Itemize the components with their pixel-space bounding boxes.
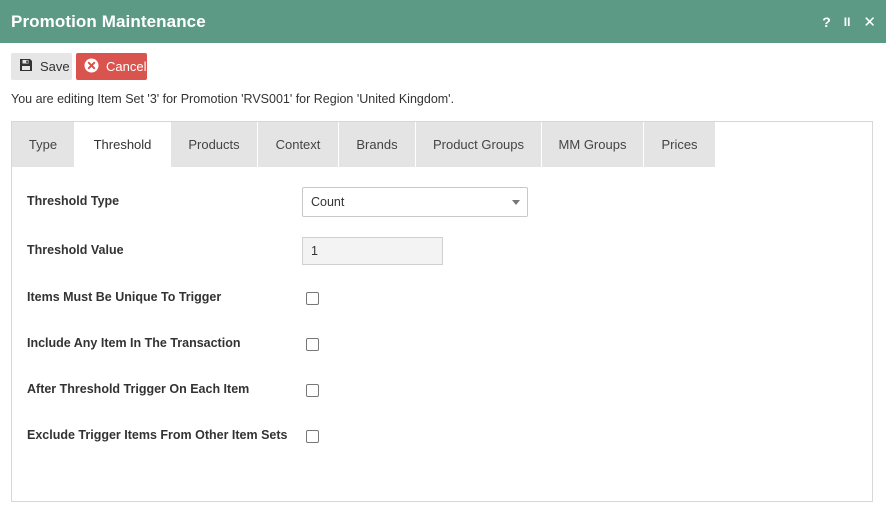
window-controls: ? II ✕ — [822, 13, 876, 31]
close-icon[interactable]: ✕ — [863, 13, 876, 31]
tab-threshold[interactable]: Threshold — [75, 122, 171, 167]
floppy-disk-icon — [19, 58, 33, 75]
exclude-trigger-items-label: Exclude Trigger Items From Other Item Se… — [27, 428, 288, 442]
after-threshold-each-checkbox[interactable] — [306, 384, 319, 397]
include-any-item-checkbox[interactable] — [306, 338, 319, 351]
cancel-button-label: Cancel — [106, 59, 147, 74]
tab-product-groups[interactable]: Product Groups — [416, 122, 542, 167]
unique-to-trigger-checkbox[interactable] — [306, 292, 319, 305]
tab-type[interactable]: Type — [12, 122, 75, 167]
after-threshold-each-label: After Threshold Trigger On Each Item — [27, 382, 250, 396]
window-titlebar: Promotion Maintenance ? II ✕ — [0, 0, 886, 43]
tab-context[interactable]: Context — [258, 122, 339, 167]
threshold-value-text: 1 — [311, 244, 318, 258]
chevron-down-icon — [512, 200, 520, 205]
promotion-form-panel: Type Threshold Products Context Brands P… — [11, 121, 873, 502]
tab-mm-groups[interactable]: MM Groups — [542, 122, 644, 167]
threshold-value-label: Threshold Value — [27, 243, 124, 257]
cancel-circle-icon — [84, 58, 99, 76]
tab-bar: Type Threshold Products Context Brands P… — [12, 122, 716, 167]
tab-prices[interactable]: Prices — [644, 122, 716, 167]
save-button[interactable]: Save — [11, 53, 72, 80]
unique-to-trigger-label: Items Must Be Unique To Trigger — [27, 290, 222, 304]
threshold-value-input[interactable]: 1 — [302, 237, 443, 265]
exclude-trigger-items-checkbox[interactable] — [306, 430, 319, 443]
help-icon[interactable]: ? — [822, 14, 831, 30]
threshold-type-value: Count — [311, 195, 345, 209]
tab-products[interactable]: Products — [171, 122, 258, 167]
toolbar: Save Cancel — [11, 53, 147, 80]
window-title: Promotion Maintenance — [11, 11, 206, 31]
cancel-button[interactable]: Cancel — [76, 53, 147, 80]
pause-icon[interactable]: II — [844, 15, 851, 29]
include-any-item-label: Include Any Item In The Transaction — [27, 336, 241, 350]
editing-info-text: You are editing Item Set '3' for Promoti… — [11, 92, 455, 106]
tab-brands[interactable]: Brands — [339, 122, 416, 167]
threshold-type-label: Threshold Type — [27, 194, 120, 208]
threshold-type-select[interactable]: Count — [302, 187, 528, 217]
save-button-label: Save — [40, 59, 70, 74]
